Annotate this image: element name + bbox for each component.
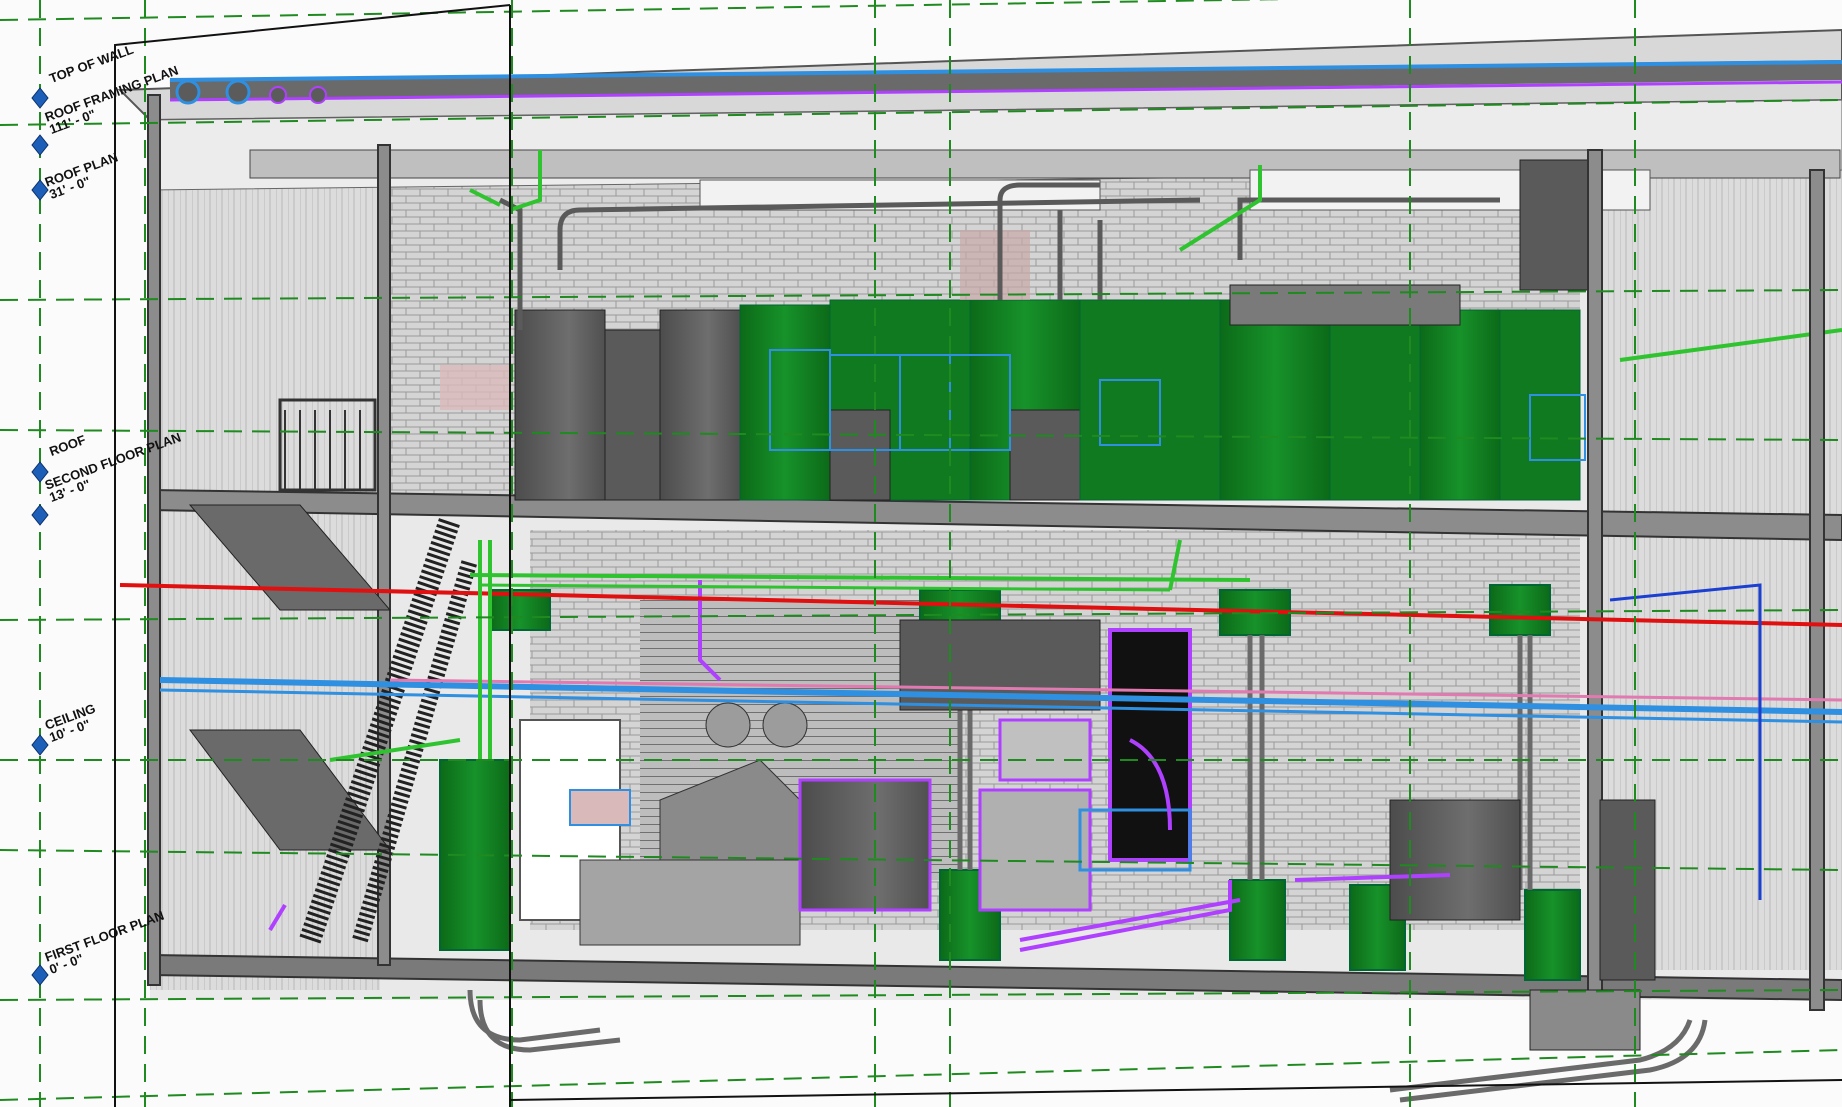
building-section-model [0,0,1842,1107]
3d-model-viewport[interactable]: TOP OF WALL ROOF FRAMING PLAN 111' - 0" … [0,0,1842,1107]
